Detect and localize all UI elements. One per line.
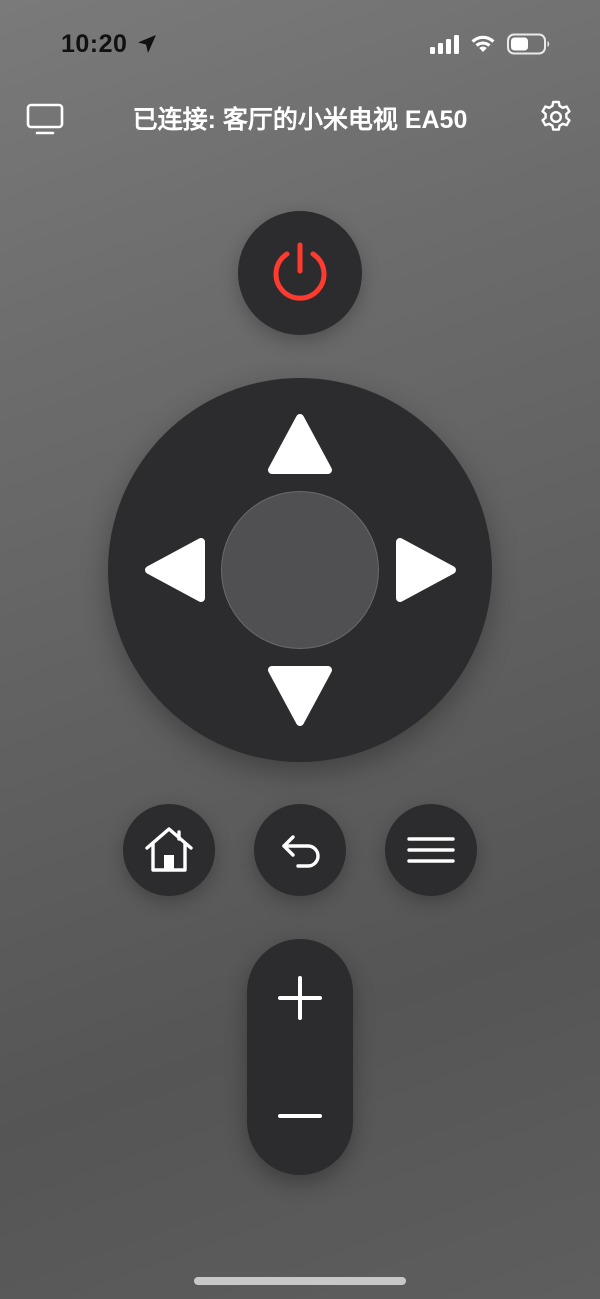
volume-up-button[interactable] [247, 943, 353, 1053]
back-button[interactable] [254, 804, 346, 896]
home-indicator[interactable] [194, 1277, 406, 1285]
home-icon [145, 827, 193, 872]
volume-control [247, 939, 353, 1175]
power-button[interactable] [238, 211, 362, 335]
dpad [108, 378, 492, 762]
arrow-down-icon[interactable] [264, 658, 336, 730]
power-icon [273, 242, 327, 301]
status-bar: 10:20 [0, 0, 600, 90]
cellular-signal-icon [430, 35, 459, 54]
plus-icon [278, 976, 322, 1020]
arrow-up-icon[interactable] [264, 410, 336, 482]
back-arrow-icon [282, 835, 320, 868]
connection-title: 已连接: 客厅的小米电视 EA50 [132, 106, 468, 134]
arrow-left-icon[interactable] [141, 534, 213, 606]
location-arrow-icon [138, 35, 156, 53]
header-bar: 已连接: 客厅的小米电视 EA50 [0, 90, 600, 146]
menu-icon [407, 837, 455, 863]
minus-icon [278, 1114, 322, 1118]
gear-icon[interactable] [538, 99, 574, 135]
arrow-right-icon[interactable] [388, 534, 460, 606]
battery-icon [507, 33, 550, 55]
status-time: 10:20 [61, 30, 128, 58]
tv-icon[interactable] [26, 102, 64, 136]
home-button[interactable] [123, 804, 215, 896]
volume-down-button[interactable] [247, 1061, 353, 1171]
wifi-icon [471, 35, 495, 52]
ok-button[interactable] [221, 491, 379, 649]
menu-button[interactable] [385, 804, 477, 896]
